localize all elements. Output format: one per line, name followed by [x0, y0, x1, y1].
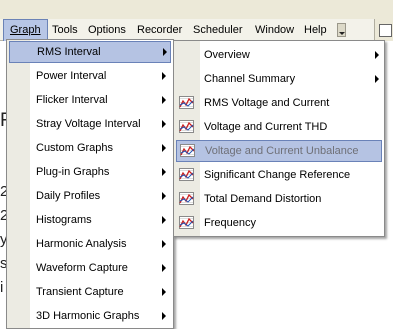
menu-item-frequency[interactable]: Frequency — [176, 212, 382, 234]
submenu-arrow-icon — [162, 120, 166, 128]
chart-icon — [179, 192, 194, 205]
menu-scheduler[interactable]: Scheduler — [187, 19, 249, 41]
submenu-arrow-icon — [162, 216, 166, 224]
chart-icon — [179, 120, 194, 133]
graph-menu: RMS Interval Power Interval Flicker Inte… — [6, 39, 174, 329]
chart-icon — [179, 168, 194, 181]
submenu-arrow-icon — [162, 312, 166, 320]
submenu-arrow-icon — [162, 240, 166, 248]
rms-interval-submenu: Overview Channel Summary RMS Voltage and… — [173, 40, 385, 237]
menu-help[interactable]: Help — [298, 19, 333, 41]
menu-item-significant-change-reference[interactable]: Significant Change Reference — [176, 164, 382, 186]
submenu-arrow-icon — [162, 144, 166, 152]
menu-item-custom-graphs[interactable]: Custom Graphs — [9, 137, 171, 159]
toolbar-window-icon[interactable] — [374, 19, 393, 41]
menu-item-voltage-and-current-thd[interactable]: Voltage and Current THD — [176, 116, 382, 138]
submenu-arrow-icon — [375, 51, 379, 59]
background-text-6: i — [0, 279, 4, 296]
menu-item-flicker-interval[interactable]: Flicker Interval — [9, 89, 171, 111]
title-strip — [0, 0, 393, 19]
menu-item-stray-voltage-interval[interactable]: Stray Voltage Interval — [9, 113, 171, 135]
submenu-arrow-icon — [162, 288, 166, 296]
submenu-arrow-icon — [375, 75, 379, 83]
menu-options[interactable]: Options — [82, 19, 132, 41]
menu-tools[interactable]: Tools — [46, 19, 84, 41]
menu-item-rms-interval[interactable]: RMS Interval — [9, 41, 171, 63]
submenu-arrow-icon — [162, 168, 166, 176]
menu-recorder[interactable]: Recorder — [131, 19, 188, 41]
submenu-arrow-icon — [162, 192, 166, 200]
menu-item-waveform-capture[interactable]: Waveform Capture — [9, 257, 171, 279]
menu-item-rms-voltage-and-current[interactable]: RMS Voltage and Current — [176, 92, 382, 114]
menu-item-overview[interactable]: Overview — [176, 44, 382, 66]
submenu-arrow-icon — [162, 264, 166, 272]
menu-graph[interactable]: Graph — [3, 19, 48, 41]
submenu-arrow-icon — [163, 48, 167, 56]
submenu-arrow-icon — [162, 72, 166, 80]
menu-window[interactable]: Window — [249, 19, 300, 41]
menubar-chevron-icon[interactable] — [337, 23, 346, 37]
menu-item-plug-in-graphs[interactable]: Plug-in Graphs — [9, 161, 171, 183]
menu-bar: Graph Tools Options Recorder Scheduler W… — [0, 19, 393, 41]
menu-item-total-demand-distortion[interactable]: Total Demand Distortion — [176, 188, 382, 210]
menu-item-power-interval[interactable]: Power Interval — [9, 65, 171, 87]
menu-item-daily-profiles[interactable]: Daily Profiles — [9, 185, 171, 207]
menu-item-histograms[interactable]: Histograms — [9, 209, 171, 231]
menu-item-harmonic-analysis[interactable]: Harmonic Analysis — [9, 233, 171, 255]
menu-item-channel-summary[interactable]: Channel Summary — [176, 68, 382, 90]
menu-item-3d-harmonic-graphs[interactable]: 3D Harmonic Graphs — [9, 305, 171, 327]
chart-icon — [179, 216, 194, 229]
menu-item-voltage-and-current-unbalance[interactable]: Voltage and Current Unbalance — [176, 140, 382, 162]
chart-icon — [179, 96, 194, 109]
chart-icon — [180, 144, 195, 157]
submenu-arrow-icon — [162, 96, 166, 104]
menu-item-transient-capture[interactable]: Transient Capture — [9, 281, 171, 303]
